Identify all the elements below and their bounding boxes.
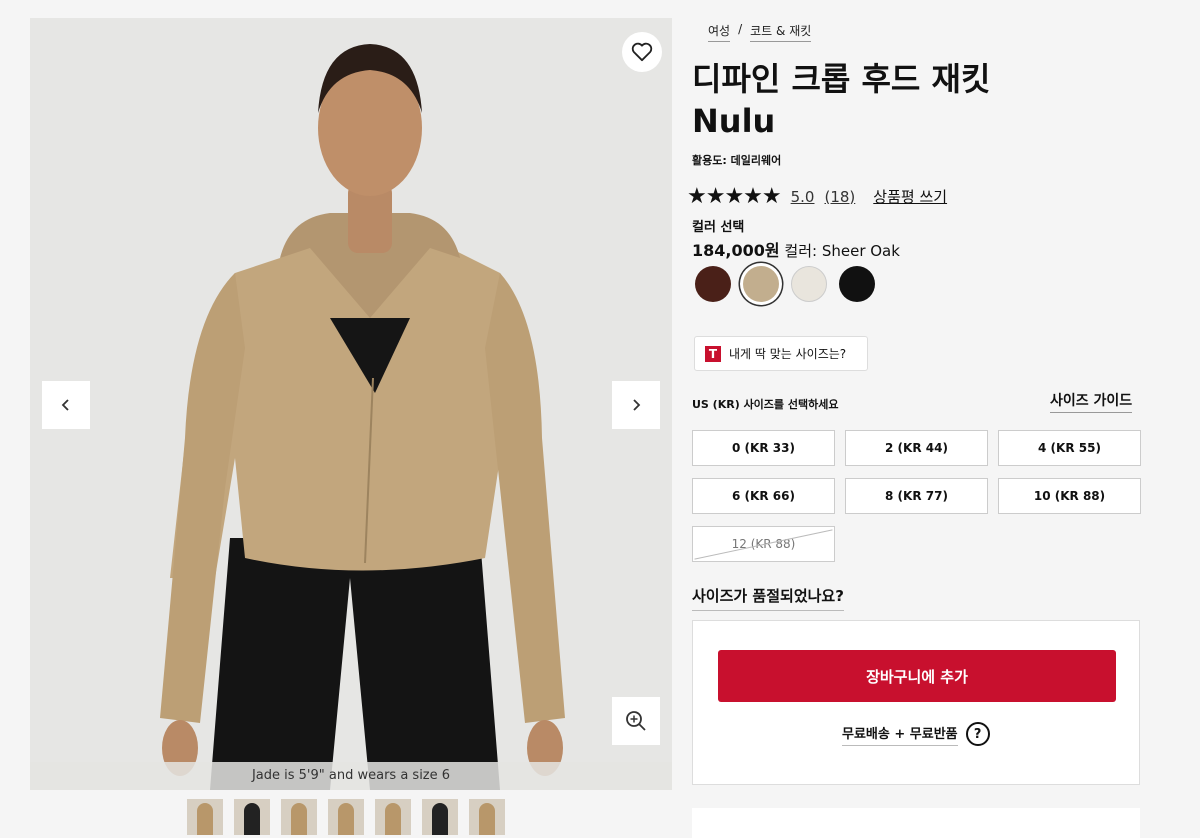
- rating-row: ★★★★★ 5.0 (18) 상품평 쓰기: [687, 184, 947, 209]
- price-row: 184,000원 컬러: Sheer Oak: [692, 237, 900, 261]
- thumbnail[interactable]: [187, 799, 223, 835]
- chevron-right-icon: [633, 399, 641, 411]
- chevron-left-icon: [61, 399, 69, 411]
- swatch-dark-brown[interactable]: [695, 266, 731, 302]
- product-image[interactable]: [30, 18, 672, 790]
- thumbnail[interactable]: [281, 799, 317, 835]
- size-option[interactable]: 2 (KR 44): [845, 430, 988, 466]
- next-image-button[interactable]: [612, 381, 660, 429]
- product-title: 디파인 크롭 후드 재킷 Nulu: [692, 58, 1152, 142]
- size-select-label: US (KR) 사이즈를 선택하세요: [692, 398, 839, 411]
- size-option-sold-out[interactable]: 12 (KR 88): [692, 526, 835, 562]
- model-photo: [30, 18, 672, 790]
- size-grid: 0 (KR 33) 2 (KR 44) 4 (KR 55) 6 (KR 66) …: [692, 430, 1141, 562]
- zoom-in-icon: [626, 711, 646, 731]
- add-to-cart-button[interactable]: 장바구니에 추가: [718, 650, 1116, 702]
- size-option[interactable]: 0 (KR 33): [692, 430, 835, 466]
- breadcrumb-link[interactable]: 여성: [708, 22, 731, 42]
- thumbnail[interactable]: [422, 799, 458, 835]
- rating-value[interactable]: 5.0: [791, 188, 815, 206]
- size-option[interactable]: 8 (KR 77): [845, 478, 988, 514]
- thumbnail[interactable]: [375, 799, 411, 835]
- thumbnail-strip: [187, 799, 505, 835]
- product-title-line: Nulu: [692, 102, 776, 140]
- stars-icon: ★★★★★: [687, 184, 782, 209]
- breadcrumb-separator: /: [738, 22, 743, 36]
- thumbnail[interactable]: [469, 799, 505, 835]
- swatch-sheer-oak[interactable]: [743, 266, 779, 302]
- price: 184,000원: [692, 241, 780, 260]
- size-option[interactable]: 10 (KR 88): [998, 478, 1141, 514]
- color-select-label: 컬러 선택: [692, 220, 745, 235]
- size-option[interactable]: 6 (KR 66): [692, 478, 835, 514]
- help-icon[interactable]: ?: [965, 722, 990, 746]
- write-review-link[interactable]: 상품평 쓰기: [873, 186, 947, 207]
- review-count[interactable]: (18): [824, 188, 855, 206]
- zoom-button[interactable]: [612, 697, 660, 745]
- thumbnail[interactable]: [328, 799, 364, 835]
- sold-out-link[interactable]: 사이즈가 품절되었나요?: [692, 585, 844, 611]
- swatch-black[interactable]: [839, 266, 875, 302]
- fit-finder-label: 내게 딱 맞는 사이즈는?: [729, 347, 847, 361]
- size-option[interactable]: 4 (KR 55): [998, 430, 1141, 466]
- color-swatches: [695, 266, 875, 302]
- activity-label: 활용도: 데일리웨어: [692, 154, 782, 167]
- shipping-link[interactable]: 무료배송 + 무료반품: [842, 723, 958, 746]
- image-caption: Jade is 5'9" and wears a size 6: [30, 762, 672, 790]
- breadcrumb: 여성 / 코트 & 재킷: [708, 22, 812, 42]
- previous-image-button[interactable]: [42, 381, 90, 429]
- color-prefix: 컬러:: [784, 242, 818, 260]
- fit-finder-button[interactable]: T 내게 딱 맞는 사이즈는?: [694, 336, 868, 371]
- shipping-info: 무료배송 + 무료반품 ?: [842, 722, 990, 746]
- breadcrumb-link[interactable]: 코트 & 재킷: [750, 22, 812, 42]
- fit-finder-logo: T: [705, 345, 721, 362]
- color-name: Sheer Oak: [821, 242, 900, 260]
- favorite-button[interactable]: [622, 32, 662, 72]
- thumbnail[interactable]: [234, 799, 270, 835]
- cart-panel: [692, 620, 1140, 785]
- heart-icon: [631, 42, 653, 62]
- size-guide-link[interactable]: 사이즈 가이드: [1050, 390, 1133, 413]
- product-title-line: 디파인 크롭 후드 재킷: [692, 60, 991, 98]
- swatch-bone[interactable]: [791, 266, 827, 302]
